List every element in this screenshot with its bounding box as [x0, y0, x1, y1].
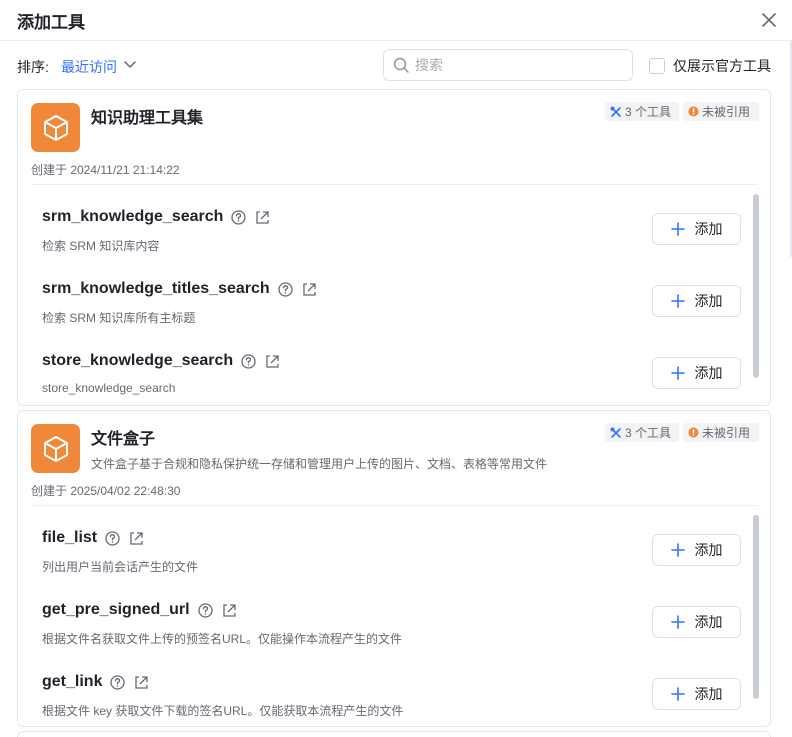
tool-description: 检索 SRM 知识库所有主标题 — [42, 311, 196, 325]
help-icon[interactable] — [278, 281, 293, 297]
group-description: 文件盒子基于合规和隐私保护统一存储和管理用户上传的图片、文档、表格等常用文件 — [91, 457, 548, 471]
group-title: 知识助理工具集 — [91, 110, 204, 127]
expand-icon[interactable] — [130, 531, 143, 545]
sort-label: 排序: — [17, 59, 49, 75]
search-input[interactable] — [415, 55, 620, 75]
tool-row: get_link 根据文件 key 获取文件下载的签名URL。仅能获取本流程产生… — [18, 662, 770, 726]
plus-icon — [670, 687, 685, 701]
add-tool-button[interactable]: 添加 — [652, 357, 741, 389]
plus-icon — [670, 294, 685, 308]
official-only-checkbox[interactable] — [649, 58, 665, 74]
tool-row: srm_knowledge_search 检索 SRM 知识库内容 添加 — [18, 197, 770, 269]
add-tool-button[interactable]: 添加 — [652, 534, 741, 566]
tool-row: file_list 列出用户当前会话产生的文件 添加 — [18, 518, 770, 590]
official-only-label: 仅展示官方工具 — [673, 58, 771, 74]
tool-description: 检索 SRM 知识库内容 — [42, 239, 160, 253]
tool-description: store_knowledge_search — [42, 381, 176, 395]
tool-name: srm_knowledge_search — [42, 208, 224, 225]
expand-icon[interactable] — [222, 603, 236, 617]
tool-group: 文件盒子 文件盒子基于合规和隐私保护统一存储和管理用户上传的图片、文档、表格等常… — [17, 410, 771, 727]
plus-icon — [670, 543, 685, 557]
add-tool-button[interactable]: 添加 — [652, 213, 741, 245]
chevron-down-icon[interactable] — [122, 58, 138, 72]
tool-group: 知识助理工具集 3 个工具 未被引用 创建于 2024/11/21 21:14:… — [17, 89, 771, 406]
search-icon — [393, 57, 409, 73]
help-icon[interactable] — [105, 530, 120, 546]
tool-description: 根据文件 key 获取文件下载的签名URL。仅能获取本流程产生的文件 — [42, 704, 404, 718]
created-date: 创建于 2024/11/21 21:14:22 — [31, 163, 180, 177]
group-title: 文件盒子 — [91, 431, 156, 448]
expand-icon[interactable] — [256, 210, 270, 224]
help-icon[interactable] — [241, 353, 256, 369]
tool-name: srm_knowledge_titles_search — [42, 280, 270, 297]
toolbar: 排序: 最近访问 仅展示官方工具 — [0, 41, 792, 89]
help-icon[interactable] — [110, 674, 126, 690]
tools-icon — [610, 106, 621, 117]
tool-row: store_knowledge_search store_knowledge_s… — [18, 341, 770, 405]
tool-description: 根据文件名获取文件上传的预签名URL。仅能操作本流程产生的文件 — [42, 632, 403, 646]
divider — [31, 505, 758, 506]
tool-list-scrollbar[interactable] — [753, 194, 759, 378]
created-date: 创建于 2025/04/02 22:48:30 — [31, 484, 181, 498]
warning-dot-icon — [688, 427, 699, 438]
add-tool-button[interactable]: 添加 — [652, 606, 741, 638]
plus-icon — [670, 366, 685, 380]
status-badge: 未被引用 — [683, 423, 759, 442]
tool-row: get_pre_signed_url 根据文件名获取文件上传的预签名URL。仅能… — [18, 590, 770, 662]
toolset-icon — [31, 103, 80, 152]
tool-count-badge: 3 个工具 — [605, 102, 679, 121]
help-icon[interactable] — [197, 602, 213, 618]
tool-row: srm_knowledge_titles_search 检索 SRM 知识库所有… — [18, 269, 770, 341]
official-only-toggle[interactable]: 仅展示官方工具 — [649, 57, 771, 75]
tool-name: get_link — [42, 673, 103, 690]
expand-icon[interactable] — [266, 354, 279, 368]
tool-list-scrollbar[interactable] — [753, 515, 759, 699]
help-icon[interactable] — [231, 209, 247, 225]
dialog-title: 添加工具 — [17, 13, 85, 32]
divider — [31, 184, 758, 185]
warning-dot-icon — [688, 106, 699, 117]
expand-icon[interactable] — [303, 282, 316, 296]
plus-icon — [670, 615, 685, 629]
dialog-header: 添加工具 — [0, 0, 792, 41]
tool-group-next — [17, 731, 771, 737]
add-tool-button[interactable]: 添加 — [652, 285, 741, 317]
tool-name: get_pre_signed_url — [42, 601, 190, 618]
sort-dropdown[interactable]: 最近访问 — [61, 57, 117, 77]
tool-count-badge: 3 个工具 — [605, 423, 679, 442]
close-icon[interactable] — [760, 11, 778, 29]
tool-name: store_knowledge_search — [42, 352, 234, 369]
tools-icon — [610, 427, 621, 438]
plus-icon — [670, 222, 685, 236]
tool-name: file_list — [42, 529, 98, 546]
add-tool-button[interactable]: 添加 — [652, 678, 741, 710]
search-box[interactable] — [383, 49, 633, 81]
tool-description: 列出用户当前会话产生的文件 — [42, 560, 199, 574]
status-badge: 未被引用 — [683, 102, 759, 121]
expand-icon[interactable] — [135, 675, 149, 689]
toolset-icon — [31, 424, 80, 473]
